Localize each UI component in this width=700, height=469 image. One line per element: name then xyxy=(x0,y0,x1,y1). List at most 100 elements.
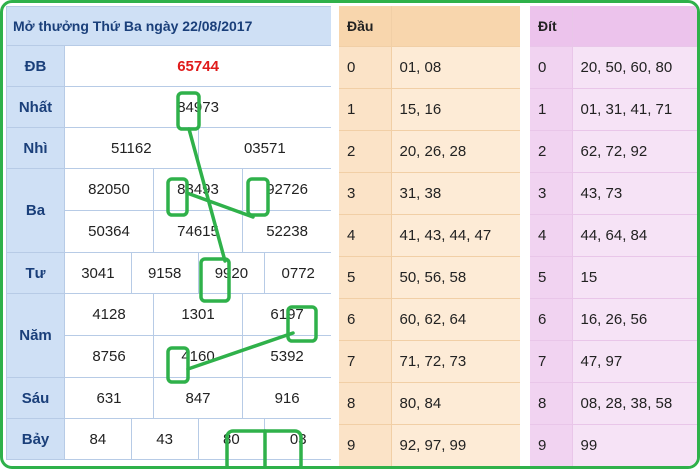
prize-label: Nhất xyxy=(6,86,65,128)
dit-values: 62, 72, 92 xyxy=(572,130,697,173)
prize-number: 50364 xyxy=(64,210,154,253)
dit-row: 8 08, 28, 38, 58 xyxy=(530,382,697,425)
dit-values: 01, 31, 41, 71 xyxy=(572,88,697,131)
dit-row: 7 47, 97 xyxy=(530,340,697,383)
dau-row: 3 31, 38 xyxy=(339,172,520,215)
prize-number: 84973 xyxy=(63,86,333,128)
prize-label: ĐB xyxy=(6,45,65,87)
dau-values: 20, 26, 28 xyxy=(391,130,520,173)
dau-key: 7 xyxy=(339,340,392,383)
dau-key: 0 xyxy=(339,46,392,89)
prize-label: Năm xyxy=(6,293,65,378)
dit-values: 15 xyxy=(572,256,697,299)
results-table: Mở thưởng Thứ Ba ngày 22/08/2017 ĐB 65744… xyxy=(5,6,333,466)
dit-table: Đít 0 20, 50, 60, 80 1 01, 31, 41, 71 2 62, 7… xyxy=(530,6,697,466)
dau-row: 8 80, 84 xyxy=(339,382,520,425)
dit-values: 20, 50, 60, 80 xyxy=(572,46,697,89)
dit-values: 08, 28, 38, 58 xyxy=(572,382,697,425)
prize-number: 82050 xyxy=(64,168,154,211)
dit-row: 1 01, 31, 41, 71 xyxy=(530,88,697,131)
prize-label: Tư xyxy=(6,252,65,294)
dit-key: 0 xyxy=(530,46,573,89)
prize-number: 03 xyxy=(264,418,333,460)
prize-label: Nhì xyxy=(6,127,65,169)
dau-values: 60, 62, 64 xyxy=(391,298,520,341)
prize-number: 0772 xyxy=(264,252,333,294)
prize-number: 631 xyxy=(64,377,154,419)
dau-row: 0 01, 08 xyxy=(339,46,520,89)
dit-values: 44, 64, 84 xyxy=(572,214,697,257)
dit-values: 47, 97 xyxy=(572,340,697,383)
prize-number: 847 xyxy=(153,377,243,419)
dit-header: Đít xyxy=(530,6,573,47)
prize-number: 80 xyxy=(197,418,266,460)
prize-number: 8756 xyxy=(64,335,154,378)
dau-key: 1 xyxy=(339,88,392,131)
dau-key: 8 xyxy=(339,382,392,425)
prize-number: 3041 xyxy=(64,252,132,294)
prize-number: 65744 xyxy=(63,45,333,87)
dau-values: 31, 38 xyxy=(391,172,520,215)
dau-row: 2 20, 26, 28 xyxy=(339,130,520,173)
dau-key: 3 xyxy=(339,172,392,215)
dau-row: 1 15, 16 xyxy=(339,88,520,131)
prize-number: 9158 xyxy=(130,252,199,294)
dit-row: 4 44, 64, 84 xyxy=(530,214,697,257)
dau-values: 15, 16 xyxy=(391,88,520,131)
dau-row: 6 60, 62, 64 xyxy=(339,298,520,341)
dit-key: 9 xyxy=(530,424,573,466)
dau-key: 4 xyxy=(339,214,392,257)
dau-values: 41, 43, 44, 47 xyxy=(391,214,520,257)
prize-number: 83493 xyxy=(153,168,243,211)
dau-row: 5 50, 56, 58 xyxy=(339,256,520,299)
prize-label: Sáu xyxy=(6,377,65,419)
prize-number: 84 xyxy=(64,418,132,460)
dau-header: Đầu xyxy=(339,6,392,47)
dit-key: 1 xyxy=(530,88,573,131)
prize-label: Ba xyxy=(6,168,65,253)
results-title: Mở thưởng Thứ Ba ngày 22/08/2017 xyxy=(5,6,333,46)
dau-values: 92, 97, 99 xyxy=(391,424,520,466)
prize-number: 51162 xyxy=(64,127,199,169)
prize-number: 1301 xyxy=(153,293,243,336)
dit-values: 16, 26, 56 xyxy=(572,298,697,341)
dit-values: 43, 73 xyxy=(572,172,697,215)
dau-row: 7 71, 72, 73 xyxy=(339,340,520,383)
dau-values: 80, 84 xyxy=(391,382,520,425)
dit-row: 3 43, 73 xyxy=(530,172,697,215)
dit-key: 7 xyxy=(530,340,573,383)
prize-number: 52238 xyxy=(241,210,333,253)
dit-row: 9 99 xyxy=(530,424,697,466)
dau-values: 50, 56, 58 xyxy=(391,256,520,299)
dit-key: 6 xyxy=(530,298,573,341)
dau-values: 01, 08 xyxy=(391,46,520,89)
dau-row: 4 41, 43, 44, 47 xyxy=(339,214,520,257)
dau-values: 71, 72, 73 xyxy=(391,340,520,383)
dit-row: 0 20, 50, 60, 80 xyxy=(530,46,697,89)
dit-row: 6 16, 26, 56 xyxy=(530,298,697,341)
results-frame: Mở thưởng Thứ Ba ngày 22/08/2017 ĐB 65744… xyxy=(0,0,700,469)
dau-key: 6 xyxy=(339,298,392,341)
dit-key: 8 xyxy=(530,382,573,425)
dit-row: 2 62, 72, 92 xyxy=(530,130,697,173)
prize-number: 916 xyxy=(241,377,333,419)
prize-number: 4128 xyxy=(64,293,154,336)
prize-number: 6197 xyxy=(241,293,333,336)
dit-key: 3 xyxy=(530,172,573,215)
prize-label: Bảy xyxy=(6,418,65,460)
prize-number: 9920 xyxy=(197,252,266,294)
dit-key: 2 xyxy=(530,130,573,173)
dit-row: 5 15 xyxy=(530,256,697,299)
prize-number: 92726 xyxy=(241,168,333,211)
dau-key: 2 xyxy=(339,130,392,173)
dau-table: Đầu 0 01, 08 1 15, 16 2 20, 26, 28 3 31, 38 4 41,… xyxy=(339,6,520,466)
prize-number: 43 xyxy=(130,418,199,460)
prize-number: 03571 xyxy=(197,127,333,169)
dit-values: 99 xyxy=(572,424,697,466)
dit-key: 4 xyxy=(530,214,573,257)
prize-number: 5392 xyxy=(241,335,333,378)
prize-number: 4160 xyxy=(153,335,243,378)
dau-row: 9 92, 97, 99 xyxy=(339,424,520,466)
dau-key: 5 xyxy=(339,256,392,299)
dau-key: 9 xyxy=(339,424,392,466)
